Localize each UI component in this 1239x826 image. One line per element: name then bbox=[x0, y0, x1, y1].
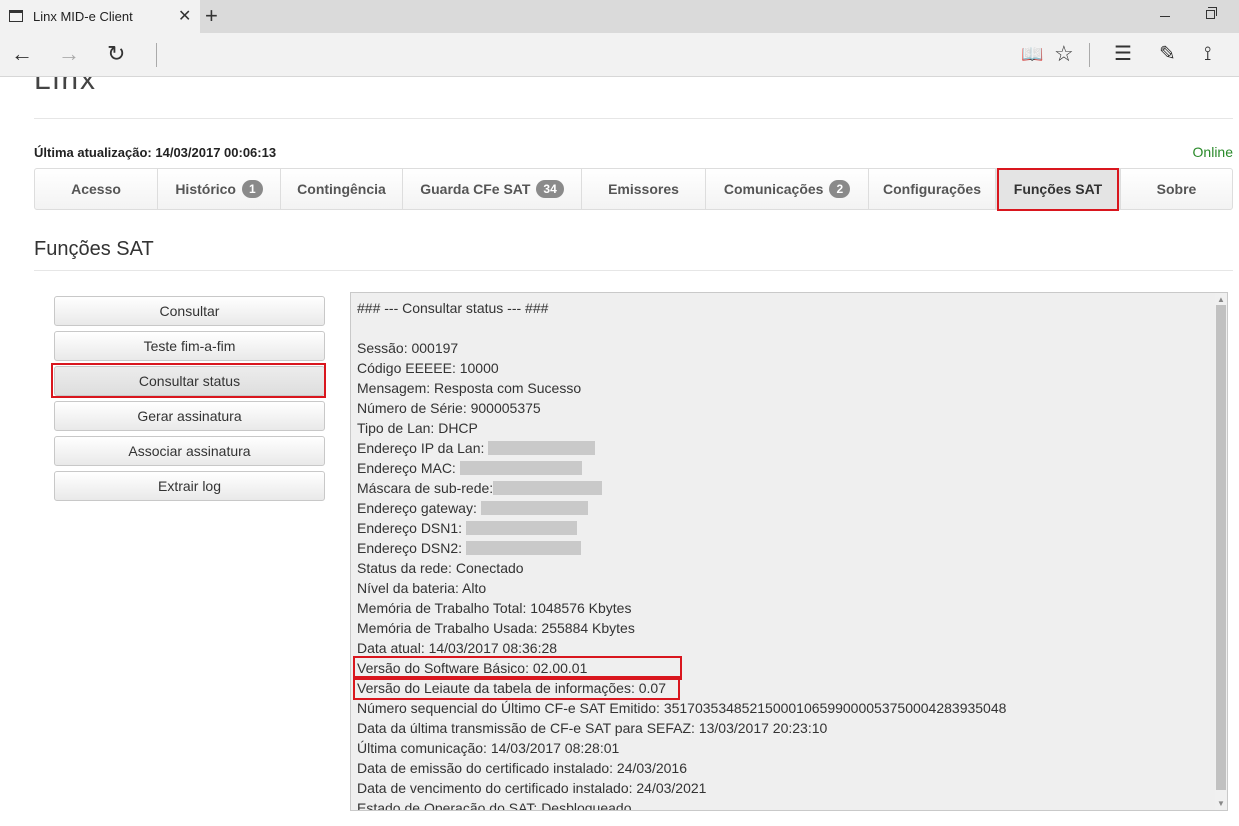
redacted-value bbox=[465, 541, 581, 555]
output-emissao-certificado: Data de emissão do certificado instalado… bbox=[357, 760, 687, 776]
browser-tabbar: Linx MID-e Client ✕ + bbox=[0, 0, 1239, 33]
last-update-text: Última atualização: 14/03/2017 00:06:13 bbox=[34, 145, 277, 160]
consultar-button[interactable]: Consultar bbox=[54, 296, 325, 326]
close-icon[interactable]: ✕ bbox=[178, 6, 191, 26]
tab-guarda-cfe-sat[interactable]: Guarda CFe SAT 34 bbox=[403, 169, 582, 209]
mascara-label: Máscara de sub-rede: bbox=[357, 480, 494, 496]
tab-sobre[interactable]: Sobre bbox=[1121, 169, 1232, 209]
redacted-value bbox=[493, 481, 603, 495]
count-badge: 2 bbox=[829, 180, 851, 198]
reading-view-icon[interactable]: 📖 bbox=[1021, 41, 1043, 67]
nav-divider bbox=[156, 43, 157, 67]
output-ultima-comunicacao: Última comunicação: 14/03/2017 08:28:01 bbox=[357, 740, 620, 756]
page-content: Linx Última atualização: 14/03/2017 00:0… bbox=[0, 77, 1239, 826]
associar-assinatura-button[interactable]: Associar assinatura bbox=[54, 436, 325, 466]
dsn2-label: Endereço DSN2: bbox=[357, 540, 463, 556]
gerar-assinatura-button[interactable]: Gerar assinatura bbox=[54, 401, 325, 431]
extrair-log-button[interactable]: Extrair log bbox=[54, 471, 325, 501]
tab-funcoes-sat[interactable]: Funções SAT bbox=[996, 168, 1121, 211]
ip-label: Endereço IP da Lan: bbox=[357, 440, 485, 456]
output-sessao: Sessão: 000197 bbox=[357, 340, 459, 356]
tab-configuracoes[interactable]: Configurações bbox=[869, 169, 996, 209]
section-divider bbox=[34, 270, 1233, 271]
minimize-icon[interactable] bbox=[1160, 16, 1170, 17]
scroll-up-icon[interactable]: ▲ bbox=[1217, 295, 1225, 304]
output-status-rede: Status da rede: Conectado bbox=[357, 560, 524, 576]
output-gateway: Endereço gateway: bbox=[357, 498, 1006, 518]
redacted-value bbox=[459, 461, 582, 475]
output-dsn1: Endereço DSN1: bbox=[357, 518, 1006, 538]
output-bateria: Nível da bateria: Alto bbox=[357, 580, 487, 596]
linx-logo: Linx bbox=[34, 77, 98, 96]
tab-label: Histórico bbox=[175, 181, 236, 197]
forward-arrow-icon[interactable]: → bbox=[58, 41, 80, 67]
online-status: Online bbox=[1192, 144, 1233, 160]
output-mensagem: Mensagem: Resposta com Sucesso bbox=[357, 380, 582, 396]
teste-fim-a-fim-button[interactable]: Teste fim-a-fim bbox=[54, 331, 325, 361]
mac-label: Endereço MAC: bbox=[357, 460, 456, 476]
tab-label: Funções SAT bbox=[1013, 181, 1103, 197]
scroll-down-icon[interactable]: ▼ bbox=[1217, 799, 1225, 808]
tab-label: Contingência bbox=[297, 181, 386, 197]
dsn1-label: Endereço DSN1: bbox=[357, 520, 463, 536]
tab-label: Emissores bbox=[608, 181, 679, 197]
output-numero-sequencial: Número sequencial do Último CF-e SAT Emi… bbox=[357, 700, 1007, 716]
output-scrollbar[interactable]: ▲ ▼ bbox=[1215, 293, 1227, 810]
output-versao-software: Versão do Software Básico: 02.00.01 bbox=[352, 656, 1006, 680]
header-divider bbox=[34, 118, 1233, 119]
browser-tab[interactable]: Linx MID-e Client ✕ bbox=[0, 0, 200, 33]
output-versao-leiaute: Versão do Leiaute da tabela de informaçõ… bbox=[352, 676, 1006, 700]
tab-label: Acesso bbox=[71, 181, 121, 197]
output-codigo: Código EEEEE: 10000 bbox=[357, 360, 499, 376]
tab-label: Guarda CFe SAT bbox=[420, 181, 531, 197]
tab-historico[interactable]: Histórico 1 bbox=[158, 169, 281, 209]
tab-emissores[interactable]: Emissores bbox=[582, 169, 706, 209]
restore-icon[interactable] bbox=[1206, 7, 1217, 19]
main-tabs: Acesso Histórico 1 Contingência Guarda C… bbox=[34, 168, 1233, 211]
consultar-status-button[interactable]: Consultar status bbox=[51, 363, 326, 398]
notes-icon[interactable]: ✎ bbox=[1159, 41, 1176, 67]
output-mac: Endereço MAC: bbox=[357, 458, 1006, 478]
output-estado-operacao: Estado de Operação do SAT: Desbloqueado bbox=[357, 800, 632, 811]
output-vencimento-certificado: Data de vencimento do certificado instal… bbox=[357, 780, 707, 796]
output-data-atual: Data atual: 14/03/2017 08:36:28 bbox=[357, 640, 558, 656]
section-title: Funções SAT bbox=[34, 238, 154, 260]
output-dsn2: Endereço DSN2: bbox=[357, 538, 1006, 558]
output-lines: ### --- Consultar status --- ### Sessão:… bbox=[352, 298, 1007, 811]
count-badge: 34 bbox=[536, 180, 564, 198]
star-icon[interactable]: ☆ bbox=[1054, 41, 1074, 67]
output-ultima-transmissao: Data da última transmissão de CF-e SAT p… bbox=[357, 720, 828, 736]
page-icon bbox=[9, 10, 23, 22]
browser-navbar: ← → ↻ 📖 ☆ ☰ ✎ ⟟ bbox=[0, 33, 1239, 77]
nav-divider bbox=[1089, 43, 1090, 67]
hub-icon[interactable]: ☰ bbox=[1114, 41, 1132, 67]
redacted-value bbox=[480, 501, 588, 515]
redacted-value bbox=[465, 521, 577, 535]
output-mascara: Máscara de sub-rede: bbox=[357, 478, 1006, 498]
output-mem-usada: Memória de Trabalho Usada: 255884 Kbytes bbox=[357, 620, 635, 636]
gateway-label: Endereço gateway: bbox=[357, 500, 477, 516]
tab-label: Configurações bbox=[882, 181, 981, 197]
output-textarea[interactable]: ### --- Consultar status --- ### Sessão:… bbox=[350, 292, 1228, 811]
action-buttons: Consultar Teste fim-a-fim Consultar stat… bbox=[51, 296, 326, 506]
share-icon[interactable]: ⟟ bbox=[1204, 41, 1211, 67]
count-badge: 1 bbox=[242, 180, 263, 198]
tab-comunicacoes[interactable]: Comunicações 2 bbox=[706, 169, 869, 209]
tab-acesso[interactable]: Acesso bbox=[35, 169, 158, 209]
tab-label: Comunicações bbox=[723, 181, 824, 197]
refresh-icon[interactable]: ↻ bbox=[107, 41, 125, 67]
tab-contingencia[interactable]: Contingência bbox=[281, 169, 403, 209]
output-ip: Endereço IP da Lan: bbox=[357, 438, 1006, 458]
output-numero-serie: Número de Série: 900005375 bbox=[357, 400, 541, 416]
output-heading: ### --- Consultar status --- ### bbox=[357, 300, 549, 316]
output-mem-total: Memória de Trabalho Total: 1048576 Kbyte… bbox=[357, 600, 632, 616]
new-tab-icon[interactable]: + bbox=[205, 3, 218, 29]
tab-label: Sobre bbox=[1156, 181, 1197, 197]
redacted-value bbox=[488, 441, 596, 455]
browser-tab-title: Linx MID-e Client bbox=[33, 9, 133, 24]
output-tipo-lan: Tipo de Lan: DHCP bbox=[357, 420, 478, 436]
back-arrow-icon[interactable]: ← bbox=[11, 41, 33, 67]
scrollbar-thumb[interactable] bbox=[1216, 305, 1226, 790]
